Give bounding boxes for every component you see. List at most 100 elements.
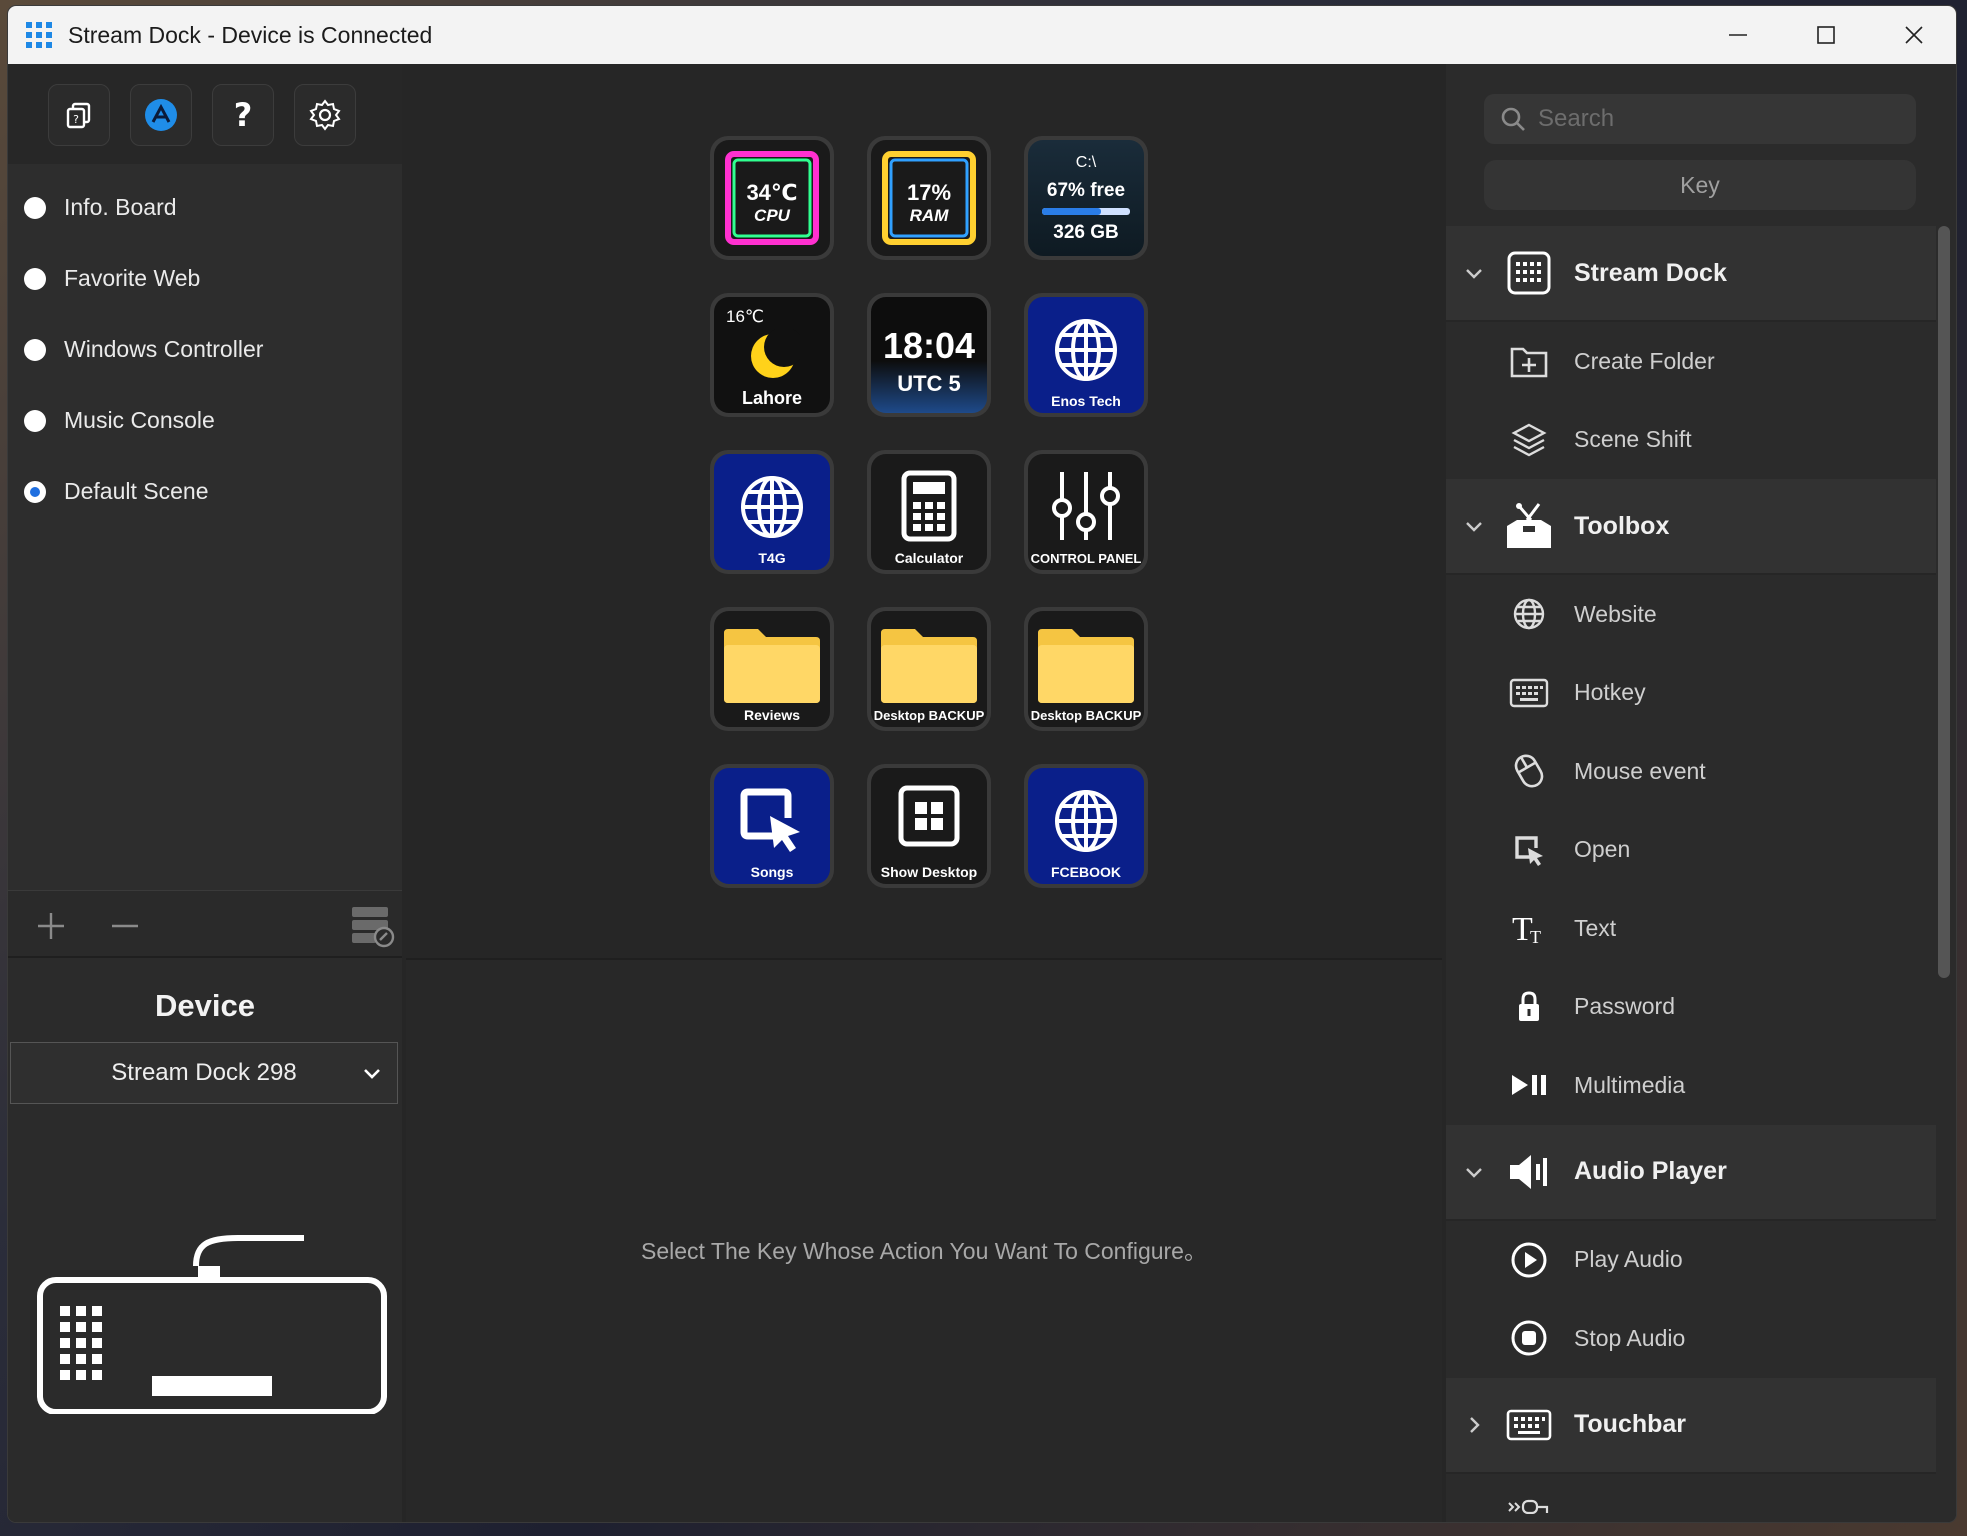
facebook-label: FCEBOOK xyxy=(1051,864,1121,880)
action-category-list: Stream Dock Create Folder Scene Shift To… xyxy=(1446,226,1936,1514)
category-audio-player[interactable]: Audio Player xyxy=(1446,1124,1936,1221)
action-website[interactable]: Website xyxy=(1446,575,1936,654)
device-title: Device xyxy=(155,988,255,1023)
device-panel: Device Stream Dock 298 xyxy=(8,956,402,1522)
action-label: Stop Audio xyxy=(1574,1324,1686,1351)
copy-button[interactable]: ? xyxy=(48,84,110,146)
scene-item-info-board[interactable]: Info. Board xyxy=(8,172,402,243)
key-songs[interactable]: Songs xyxy=(710,764,834,888)
key-clock[interactable]: 18:04 UTC 5 xyxy=(867,293,991,417)
globe-icon xyxy=(741,476,803,538)
scene-label: Music Console xyxy=(64,407,215,433)
maximize-icon xyxy=(1817,26,1835,44)
scene-radio[interactable] xyxy=(24,267,46,290)
store-icon xyxy=(145,99,177,131)
left-toolbar: ? ? xyxy=(8,64,402,164)
cpu-value: 34℃ xyxy=(746,180,798,205)
svg-text:?: ? xyxy=(73,113,79,126)
scene-item-windows-controller[interactable]: Windows Controller xyxy=(8,314,402,385)
key-grid: 34℃ CPU 17% RAM C:\ 67% free 326 GB 16℃ … xyxy=(406,64,1442,956)
key-calculator[interactable]: Calculator xyxy=(867,450,991,574)
action-label: Create Folder xyxy=(1574,347,1715,374)
settings-button[interactable] xyxy=(294,84,356,146)
help-icon: ? xyxy=(234,98,253,132)
key-facebook[interactable]: FCEBOOK xyxy=(1024,764,1148,888)
action-text[interactable]: TT Text xyxy=(1446,889,1936,968)
search-icon xyxy=(1501,107,1525,131)
action-open[interactable]: Open xyxy=(1446,810,1936,889)
folder-icon xyxy=(881,629,977,703)
scene-item-music-console[interactable]: Music Console xyxy=(8,385,402,456)
key-weather[interactable]: 16℃ Lahore xyxy=(710,293,834,417)
key-t4g[interactable]: T4G xyxy=(710,450,834,574)
action-mouse-event[interactable]: Mouse event xyxy=(1446,732,1936,811)
actions-scrollbar[interactable] xyxy=(1938,226,1950,978)
device-select[interactable]: Stream Dock 298 xyxy=(10,1042,398,1104)
action-label: Website xyxy=(1574,600,1657,627)
scene-radio[interactable] xyxy=(24,196,46,219)
close-button[interactable] xyxy=(1870,6,1956,64)
search-input[interactable]: Search xyxy=(1484,94,1916,144)
chevron-down-icon xyxy=(1466,1167,1482,1178)
help-button[interactable]: ? xyxy=(212,84,274,146)
key-desktop-backup-2[interactable]: Desktop BACKUP xyxy=(1024,607,1148,731)
action-play-audio[interactable]: Play Audio xyxy=(1446,1220,1936,1299)
scene-label: Info. Board xyxy=(64,194,177,220)
app-grid-icon xyxy=(26,22,52,48)
scene-settings-icon[interactable] xyxy=(350,903,396,949)
scene-item-favorite-web[interactable]: Favorite Web xyxy=(8,243,402,314)
action-label: Open xyxy=(1574,836,1631,863)
svg-text:?: ? xyxy=(234,98,253,132)
scene-radio[interactable] xyxy=(24,409,46,432)
action-multimedia[interactable]: Multimedia xyxy=(1446,1046,1936,1125)
key-enos-tech[interactable]: Enos Tech xyxy=(1024,293,1148,417)
action-hotkey[interactable]: Hotkey xyxy=(1446,653,1936,732)
action-stop-audio[interactable]: Stop Audio xyxy=(1446,1299,1936,1378)
ram-value: 17% xyxy=(906,180,952,205)
category-stream-dock[interactable]: Stream Dock xyxy=(1446,226,1936,322)
scene-radio[interactable] xyxy=(24,338,46,361)
key-disk[interactable]: C:\ 67% free 326 GB xyxy=(1024,136,1148,260)
action-create-folder[interactable]: Create Folder xyxy=(1446,322,1936,401)
play-circle-icon xyxy=(1511,1242,1547,1278)
minimize-button[interactable] xyxy=(1694,6,1782,64)
scene-radio-selected[interactable] xyxy=(24,480,46,503)
key-control-panel[interactable]: CONTROL PANEL xyxy=(1024,450,1148,574)
keyboard-icon xyxy=(1509,678,1549,707)
control-panel-label: CONTROL PANEL xyxy=(1030,551,1142,566)
key-reviews[interactable]: Reviews xyxy=(710,607,834,731)
key-show-desktop[interactable]: Show Desktop xyxy=(867,764,991,888)
key-cpu[interactable]: 34℃ CPU xyxy=(710,136,834,260)
reviews-label: Reviews xyxy=(743,707,801,723)
add-scene-icon[interactable] xyxy=(36,911,66,941)
maximize-button[interactable] xyxy=(1782,6,1870,64)
category-toolbox[interactable]: Toolbox xyxy=(1446,479,1936,575)
clock-time: 18:04 xyxy=(882,325,976,366)
action-scene-shift[interactable]: Scene Shift xyxy=(1446,400,1936,479)
weather-city: Lahore xyxy=(741,388,802,408)
action-label: Multimedia xyxy=(1574,1071,1686,1098)
action-partial-next[interactable] xyxy=(1446,1473,1936,1514)
key-filter-button[interactable]: Key xyxy=(1484,160,1916,210)
folder-icon xyxy=(724,629,820,703)
device-select-value: Stream Dock 298 xyxy=(111,1059,297,1086)
speaker-icon xyxy=(1510,1154,1547,1189)
remove-scene-icon[interactable] xyxy=(110,911,140,941)
globe-icon xyxy=(1513,599,1545,630)
action-password[interactable]: Password xyxy=(1446,967,1936,1046)
key-desktop-backup-1[interactable]: Desktop BACKUP xyxy=(867,607,991,731)
folder-icon xyxy=(1038,629,1134,703)
store-button[interactable] xyxy=(130,84,192,146)
key-ram[interactable]: 17% RAM xyxy=(867,136,991,260)
close-icon xyxy=(1905,26,1923,44)
calculator-icon xyxy=(901,470,957,542)
scene-item-default-scene[interactable]: Default Scene xyxy=(8,456,402,527)
minimize-icon xyxy=(1729,34,1747,36)
action-label: Hotkey xyxy=(1574,679,1646,706)
svg-text:T: T xyxy=(1530,927,1541,946)
globe-icon xyxy=(1055,790,1117,852)
action-library-panel: Search Key Stream Dock Create Folder Sce… xyxy=(1446,64,1956,1522)
category-touchbar[interactable]: Touchbar xyxy=(1446,1377,1936,1474)
category-label: Touchbar xyxy=(1574,1410,1687,1438)
category-label: Stream Dock xyxy=(1574,258,1727,287)
